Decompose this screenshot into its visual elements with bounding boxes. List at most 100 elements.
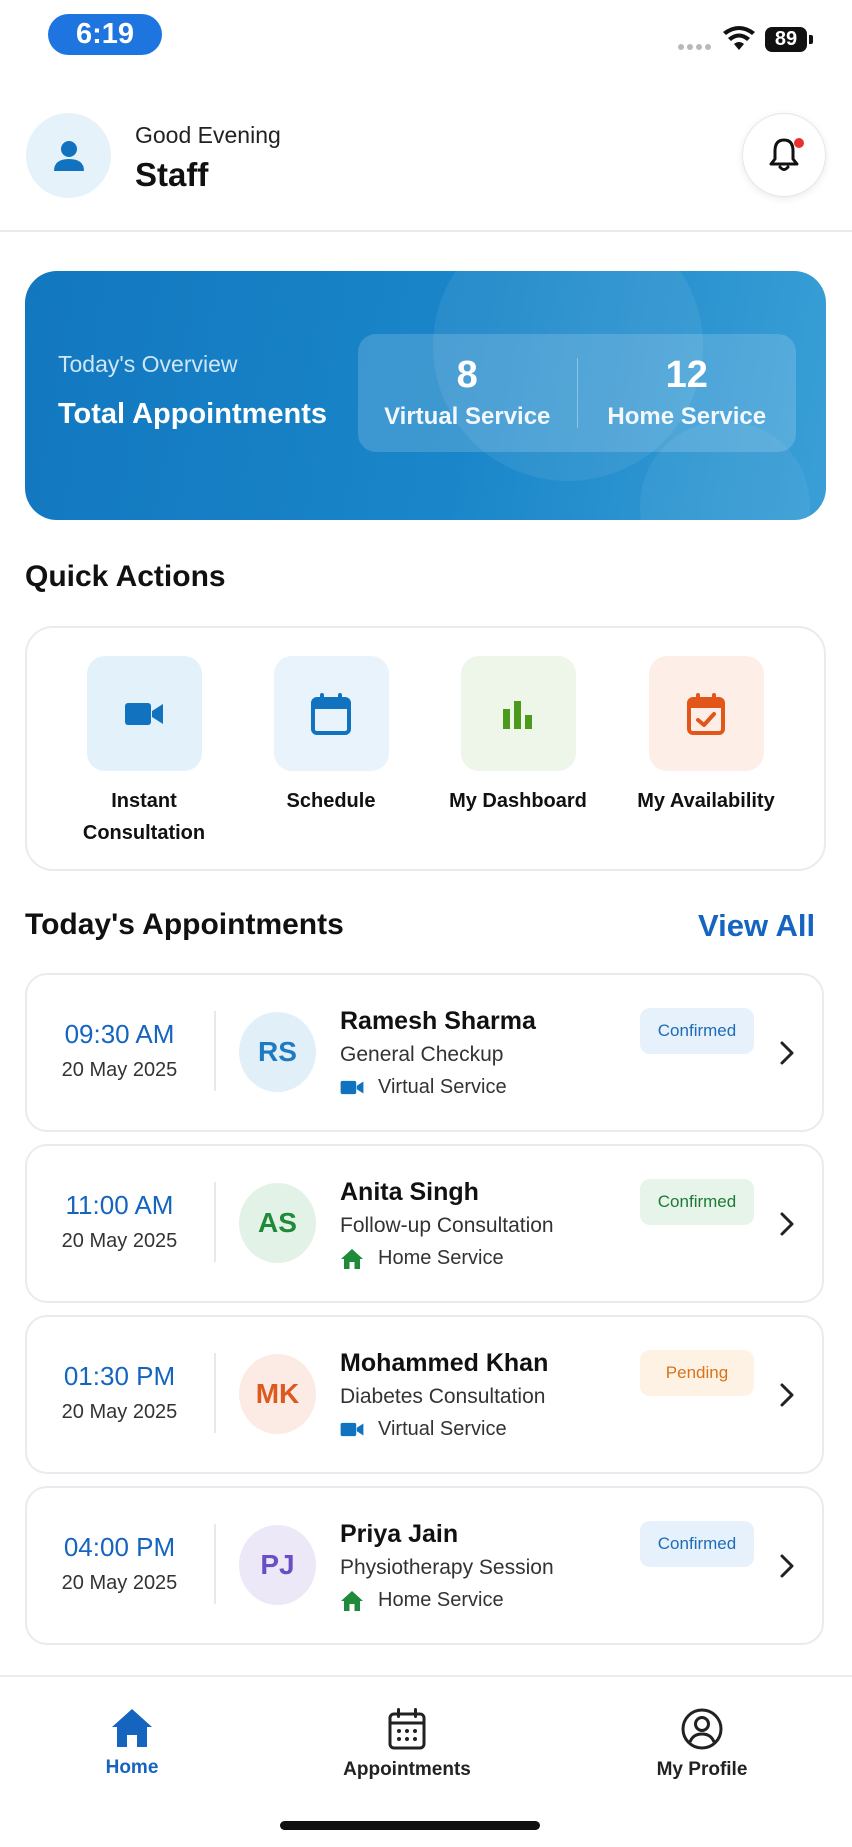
- stat-virtual-service: 8 Virtual Service: [358, 334, 577, 452]
- quick-action-schedule[interactable]: Schedule: [256, 656, 406, 817]
- nav-item-appointments[interactable]: Appointments: [317, 1707, 497, 1781]
- user-avatar[interactable]: [26, 113, 111, 198]
- overview-card: Today's Overview Total Appointments 8 Vi…: [25, 271, 826, 520]
- appointment-time: 01:30 PM: [63, 1361, 176, 1391]
- service-row: Home Service: [340, 1589, 504, 1612]
- greeting-text: Good Evening: [135, 122, 281, 148]
- quick-action-my-availability[interactable]: My Availability: [631, 656, 781, 817]
- overview-caption: Today's Overview: [58, 351, 238, 377]
- stat-label: Home Service: [607, 402, 767, 430]
- quick-actions-card: Instant Consultation Schedule My Dashboa…: [25, 626, 826, 871]
- patient-avatar: AS: [239, 1183, 316, 1263]
- calendar-icon: [311, 692, 351, 735]
- appointment-time: 04:00 PM: [63, 1532, 176, 1562]
- appointment-type: Physiotherapy Session: [340, 1556, 554, 1579]
- battery-level: 89: [774, 28, 798, 50]
- patient-avatar: PJ: [239, 1525, 316, 1605]
- notification-dot: [794, 138, 804, 148]
- service-row: Virtual Service: [340, 1418, 507, 1441]
- quick-action-tile: [648, 656, 764, 771]
- status-badge: Confirmed: [640, 1179, 754, 1225]
- appointment-type: Follow-up Consultation: [340, 1214, 554, 1237]
- quick-action-my-dashboard[interactable]: My Dashboard: [443, 656, 593, 817]
- patient-name: Ramesh Sharma: [340, 1007, 536, 1035]
- overview-stats: 8 Virtual Service 12 Home Service: [358, 334, 796, 452]
- nav-label: Home: [105, 1757, 159, 1778]
- home-icon: [112, 1709, 152, 1747]
- chevron-right-icon[interactable]: [777, 1552, 797, 1580]
- stat-value: 8: [456, 354, 478, 397]
- quick-action-instant-consultation[interactable]: Instant Consultation: [69, 656, 219, 849]
- video-icon: [340, 1422, 364, 1437]
- home-icon: [341, 1590, 363, 1611]
- appointment-card[interactable]: 01:30 PM 20 May 2025 MK Mohammed Khan Di…: [25, 1315, 824, 1474]
- appointment-date: 20 May 2025: [61, 1572, 178, 1594]
- quick-action-label: My Dashboard: [449, 790, 587, 812]
- home-indicator: [280, 1821, 540, 1830]
- wifi-icon: [723, 26, 755, 50]
- appointment-time: 09:30 AM: [64, 1019, 175, 1049]
- app-screen: 6:19 89 Good Evening Staff Today's Overv…: [0, 0, 852, 1847]
- chevron-right-icon[interactable]: [777, 1210, 797, 1238]
- patient-name: Priya Jain: [340, 1520, 459, 1548]
- status-time: 6:19: [48, 14, 162, 55]
- patient-avatar: RS: [239, 1012, 316, 1092]
- quick-actions-title: Quick Actions: [25, 560, 226, 593]
- quick-action-label: Schedule: [286, 790, 376, 812]
- calendar-grid-icon: [388, 1708, 426, 1750]
- quick-action-tile: [86, 656, 202, 771]
- quick-action-label: Instant Consultation: [83, 785, 205, 849]
- appointments-title: Today's Appointments: [25, 908, 344, 941]
- user-circle-icon: [681, 1708, 723, 1750]
- nav-item-my-profile[interactable]: My Profile: [612, 1707, 792, 1781]
- status-badge: Confirmed: [640, 1008, 754, 1054]
- label-line: Instant: [111, 790, 177, 812]
- battery-nub: [809, 35, 813, 44]
- patient-name: Anita Singh: [340, 1178, 479, 1206]
- view-all-link[interactable]: View All: [698, 908, 815, 944]
- bar-chart-icon: [503, 700, 532, 729]
- status-badge: Confirmed: [640, 1521, 754, 1567]
- appointment-type: General Checkup: [340, 1043, 504, 1066]
- nav-label: Appointments: [343, 1759, 471, 1780]
- status-badge: Pending: [640, 1350, 754, 1396]
- stat-home-service: 12 Home Service: [578, 334, 797, 452]
- quick-action-label: My Availability: [637, 790, 775, 812]
- header: Good Evening Staff: [0, 110, 852, 232]
- service-row: Home Service: [340, 1247, 504, 1270]
- appointment-card[interactable]: 09:30 AM 20 May 2025 RS Ramesh Sharma Ge…: [25, 973, 824, 1132]
- appointment-type: Diabetes Consultation: [340, 1385, 546, 1408]
- notifications-button[interactable]: [742, 113, 826, 197]
- person-icon: [53, 140, 84, 171]
- divider: [214, 1524, 216, 1604]
- video-icon: [125, 702, 163, 725]
- patient-avatar: MK: [239, 1354, 316, 1434]
- appointment-card[interactable]: 04:00 PM 20 May 2025 PJ Priya Jain Physi…: [25, 1486, 824, 1645]
- stat-value: 12: [665, 354, 708, 397]
- appointment-date: 20 May 2025: [61, 1401, 178, 1423]
- patient-name: Mohammed Khan: [340, 1349, 549, 1377]
- service-label: Home Service: [378, 1247, 504, 1269]
- divider: [214, 1353, 216, 1433]
- chevron-right-icon[interactable]: [777, 1039, 797, 1067]
- service-label: Virtual Service: [378, 1418, 507, 1440]
- bottom-navigation: Home Appointments My Profile: [0, 1675, 852, 1847]
- label-line: Consultation: [82, 822, 206, 844]
- status-bar: 6:19 89: [0, 0, 852, 70]
- quick-action-tile: [273, 656, 389, 771]
- video-icon: [340, 1080, 364, 1095]
- calendar-check-icon: [687, 692, 725, 735]
- service-row: Virtual Service: [340, 1076, 507, 1099]
- appointment-card[interactable]: 11:00 AM 20 May 2025 AS Anita Singh Foll…: [25, 1144, 824, 1303]
- service-label: Home Service: [378, 1589, 504, 1611]
- chevron-right-icon[interactable]: [777, 1381, 797, 1409]
- nav-label: My Profile: [656, 1759, 748, 1780]
- home-icon: [341, 1248, 363, 1269]
- overview-title: Total Appointments: [58, 398, 328, 430]
- nav-item-home[interactable]: Home: [42, 1707, 222, 1779]
- service-label: Virtual Service: [378, 1076, 507, 1098]
- quick-action-tile: [460, 656, 576, 771]
- user-name: Staff: [135, 156, 209, 193]
- battery-icon: 89: [765, 27, 807, 52]
- appointment-date: 20 May 2025: [61, 1230, 178, 1252]
